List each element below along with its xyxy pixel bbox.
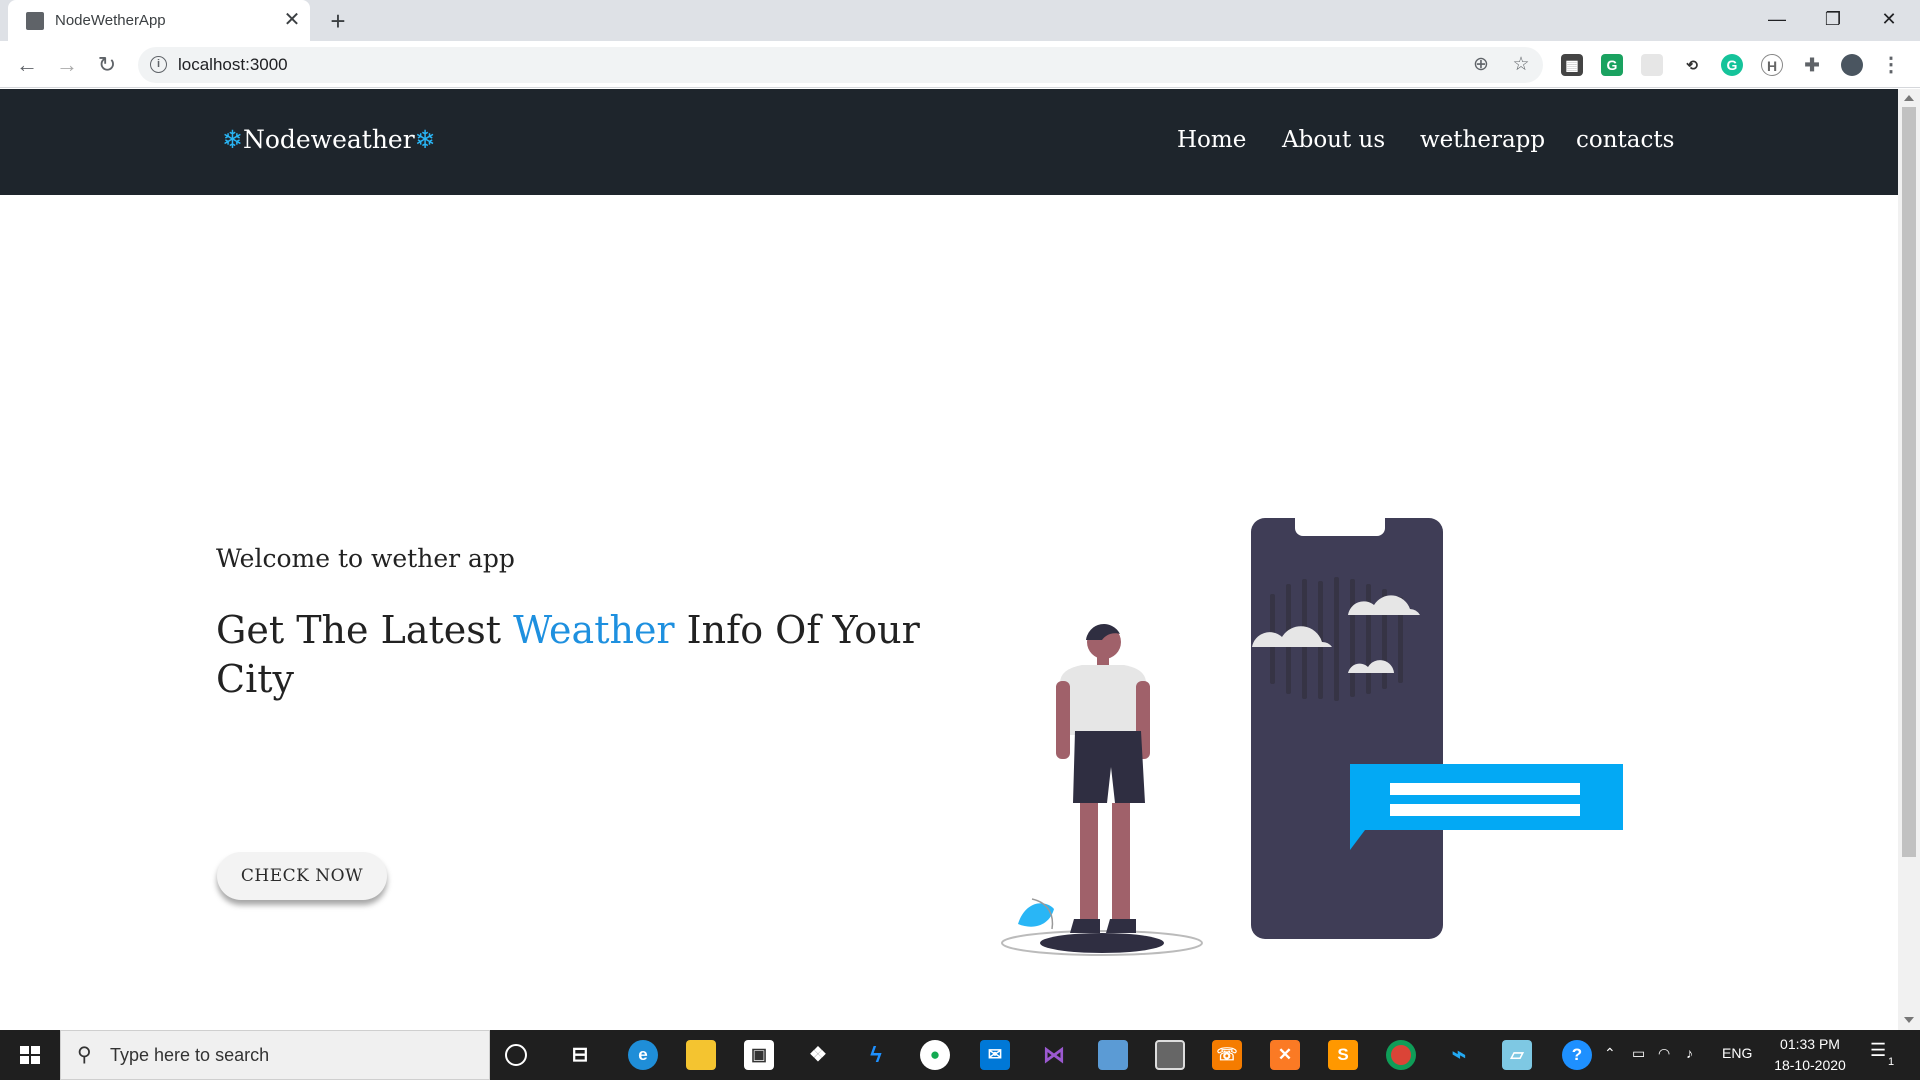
dropbox-icon[interactable]: ❖ xyxy=(803,1040,833,1070)
battery-icon[interactable]: ▭ xyxy=(1632,1045,1645,1062)
nav-link-home[interactable]: Home xyxy=(1177,127,1246,153)
chrome-icon[interactable] xyxy=(1386,1040,1416,1070)
scroll-thumb[interactable] xyxy=(1902,107,1916,857)
site-brand[interactable]: ❄Nodeweather❄ xyxy=(222,125,436,154)
brand-name: Nodeweather xyxy=(242,125,415,154)
nav-link-wetherapp[interactable]: wetherapp xyxy=(1420,127,1545,153)
headline-text: Get The Latest xyxy=(216,608,514,652)
visual-studio-icon[interactable]: ⋈ xyxy=(1039,1040,1069,1070)
whatsapp-icon[interactable]: ☏ xyxy=(1212,1040,1242,1070)
hero-headline: Get The Latest Weather Info Of Your City xyxy=(216,606,936,704)
address-bar[interactable]: i localhost:3000 ⊕ ☆ xyxy=(138,47,1543,83)
close-window-button[interactable]: ✕ xyxy=(1866,4,1912,34)
extensions-puzzle-icon[interactable]: ✚ xyxy=(1801,54,1823,76)
file-explorer-icon[interactable] xyxy=(686,1040,716,1070)
tray-chevron-icon[interactable]: ⌃ xyxy=(1604,1045,1616,1062)
minimize-button[interactable]: — xyxy=(1754,4,1800,34)
tab-close-icon[interactable]: ✕ xyxy=(280,8,304,32)
xampp-icon[interactable]: ✕ xyxy=(1270,1040,1300,1070)
restore-button[interactable]: ❐ xyxy=(1810,4,1856,34)
page-favicon-icon xyxy=(26,12,44,30)
volume-icon[interactable]: ♪ xyxy=(1686,1045,1693,1061)
address-url[interactable]: localhost:3000 xyxy=(178,55,288,75)
page-scrollbar[interactable] xyxy=(1898,89,1920,1030)
nav-link-contacts[interactable]: contacts xyxy=(1576,127,1674,153)
remote-desktop-icon[interactable] xyxy=(1098,1040,1128,1070)
store-icon[interactable]: ▣ xyxy=(744,1040,774,1070)
bookmark-star-icon[interactable]: ☆ xyxy=(1509,53,1533,77)
notification-count: 1 xyxy=(1888,1056,1895,1068)
search-icon: ⚲ xyxy=(77,1044,92,1066)
windows-taskbar: ⚲ Type here to search ⊟ e ▣ ❖ ϟ ● ✉ ⋈ ☏ … xyxy=(0,1030,1920,1080)
h-extension-icon[interactable]: H xyxy=(1761,54,1783,76)
language-indicator[interactable]: ENG xyxy=(1722,1045,1752,1061)
back-button[interactable]: ← xyxy=(11,49,43,81)
sync-extension-icon[interactable]: ⟲ xyxy=(1681,54,1703,76)
taskbar-search[interactable]: ⚲ Type here to search xyxy=(60,1030,490,1080)
qr-extension-icon[interactable]: ▦ xyxy=(1561,54,1583,76)
reload-button[interactable]: ↻ xyxy=(91,49,123,81)
sublime-text-icon[interactable]: S xyxy=(1328,1040,1358,1070)
edge-icon[interactable]: e xyxy=(628,1040,658,1070)
zoom-icon[interactable]: ⊕ xyxy=(1469,53,1493,77)
wifi-icon[interactable]: ◠ xyxy=(1658,1045,1670,1062)
start-button[interactable] xyxy=(0,1030,60,1080)
profile-avatar[interactable] xyxy=(1841,54,1863,76)
site-info-icon[interactable]: i xyxy=(150,56,167,73)
phone-icon xyxy=(1251,518,1443,939)
notification-icon[interactable]: ☰ xyxy=(1870,1040,1886,1061)
search-placeholder: Type here to search xyxy=(110,1045,270,1065)
scroll-down-icon[interactable] xyxy=(1904,1017,1914,1023)
clock-time[interactable]: 01:33 PM xyxy=(1765,1036,1855,1052)
welcome-text: Welcome to wether app xyxy=(216,544,515,573)
nav-link-about[interactable]: About us xyxy=(1282,127,1385,153)
snowflake-icon: ❄ xyxy=(414,125,436,154)
chat-line xyxy=(1390,783,1580,795)
task-view-icon[interactable]: ⊟ xyxy=(565,1040,595,1070)
person-figure xyxy=(1056,624,1150,933)
shadow-ellipse xyxy=(1040,933,1164,953)
notes-app-icon[interactable]: ▱ xyxy=(1502,1040,1532,1070)
blank-extension-icon[interactable] xyxy=(1641,54,1663,76)
azure-studio-icon[interactable]: ϟ xyxy=(861,1040,891,1070)
windows-logo-icon xyxy=(20,1046,40,1064)
site-navbar: ❄Nodeweather❄ Home About us wetherapp co… xyxy=(0,89,1898,195)
leaf-icon xyxy=(1018,903,1054,927)
headline-highlight: Weather xyxy=(513,608,675,652)
cortana-icon[interactable] xyxy=(505,1044,527,1066)
phone-notch xyxy=(1295,518,1385,536)
clock-date[interactable]: 18-10-2020 xyxy=(1765,1057,1855,1073)
weather-illustration xyxy=(1001,518,1623,956)
chat-line xyxy=(1390,804,1580,816)
grammarly-extension-icon[interactable]: G xyxy=(1721,54,1743,76)
page-viewport: ❄Nodeweather❄ Home About us wetherapp co… xyxy=(0,89,1898,1030)
snowflake-icon: ❄ xyxy=(222,125,243,154)
new-tab-button[interactable]: + xyxy=(324,8,352,36)
app-window-icon[interactable] xyxy=(1155,1040,1185,1070)
forward-button[interactable]: → xyxy=(51,49,83,81)
browser-menu-icon[interactable]: ⋮ xyxy=(1880,54,1902,76)
scroll-up-icon[interactable] xyxy=(1904,95,1914,101)
browser-tab[interactable]: NodeWetherApp ✕ xyxy=(8,0,310,41)
browser-tab-strip: NodeWetherApp ✕ + — ❐ ✕ xyxy=(0,0,1920,41)
tab-title: NodeWetherApp xyxy=(55,12,166,29)
mongodb-compass-icon[interactable]: ● xyxy=(920,1040,950,1070)
help-icon[interactable]: ? xyxy=(1562,1040,1592,1070)
browser-toolbar: ← → ↻ i localhost:3000 ⊕ ☆ ▦ G ⟲ G H ✚ ⋮ xyxy=(0,41,1920,88)
green-extension-icon[interactable]: G xyxy=(1601,54,1623,76)
check-now-button[interactable]: CHECK NOW xyxy=(217,852,387,900)
vscode-icon[interactable]: ⌁ xyxy=(1444,1040,1474,1070)
mail-icon[interactable]: ✉ xyxy=(980,1040,1010,1070)
